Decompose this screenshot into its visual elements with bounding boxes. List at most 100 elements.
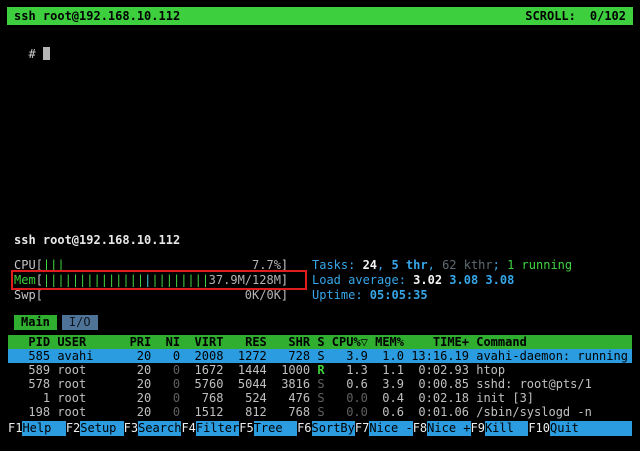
col-header-pid[interactable]: PID	[14, 335, 50, 349]
fkey-f6[interactable]: F6SortBy	[297, 421, 355, 436]
mem-meter: Mem[|||||||||||||||||||||||37.9M/128M]	[8, 273, 300, 288]
fkey-label: Tree	[254, 421, 297, 436]
uptime-line: Uptime: 05:05:35	[312, 288, 428, 303]
col-header-virt[interactable]: VIRT	[187, 335, 223, 349]
fkey-label: Quit	[550, 421, 593, 436]
process-row[interactable]: 589root200167214441000R1.31.10:02.93htop	[8, 363, 632, 377]
cell-time: 13:16.19	[411, 349, 469, 363]
scroll-indicator: SCROLL: 0/102	[525, 9, 626, 23]
load-15min: 3.08	[485, 273, 514, 287]
tab-main[interactable]: Main	[14, 315, 57, 330]
top-pane-titlebar: ssh root@192.168.10.112 SCROLL: 0/102	[7, 7, 633, 25]
cell-pid: 589	[14, 363, 50, 377]
fkey-f9[interactable]: F9Kill	[471, 421, 529, 436]
process-table-header: PID USER PRI NI VIRT RES SHR S CPU%▽ MEM% TIME+ Com…	[8, 335, 632, 349]
fkey-label: Setup	[80, 421, 123, 436]
col-header-res[interactable]: RES	[231, 335, 267, 349]
process-row[interactable]: 578root200576050443816S0.63.90:00.85sshd…	[8, 377, 632, 391]
cell-user: root	[57, 391, 122, 405]
process-row[interactable]: 198root2001512812768S0.00.60:01.06/sbin/…	[8, 405, 632, 419]
col-header-command[interactable]: Command	[476, 335, 632, 349]
cell-mem: 0.6	[375, 405, 404, 419]
cell-res: 5044	[231, 377, 267, 391]
cell-s: S	[317, 377, 324, 391]
load-1min: 3.02	[413, 273, 449, 287]
cell-command: htop	[476, 363, 632, 377]
cell-res: 812	[231, 405, 267, 419]
bracket-open: [	[36, 258, 43, 272]
col-header-ni[interactable]: NI	[158, 335, 180, 349]
col-header-time[interactable]: TIME+	[411, 335, 469, 349]
fkey-number: F10	[528, 421, 550, 436]
process-table: PID USER PRI NI VIRT RES SHR S CPU%▽ MEM% TIME+ Com…	[8, 335, 632, 419]
process-row[interactable]: 585avahi20020081272728S3.91.013:16.19ava…	[8, 349, 632, 363]
cell-virt: 2008	[187, 349, 223, 363]
cell-command: avahi-daemon: running	[476, 349, 632, 363]
fkey-f1[interactable]: F1Help	[8, 421, 66, 436]
cell-pri: 20	[130, 405, 152, 419]
cell-user: root	[57, 363, 122, 377]
tasks-threads: 5 thr	[391, 258, 427, 272]
tasks-label: Tasks:	[312, 258, 363, 272]
cell-pri: 20	[130, 377, 152, 391]
top-terminal[interactable]: #	[14, 32, 50, 47]
fkey-f2[interactable]: F2Setup	[66, 421, 124, 436]
fkey-number: F2	[66, 421, 80, 436]
col-header-user[interactable]: USER	[57, 335, 122, 349]
cell-ni: 0	[158, 349, 180, 363]
fkey-bar-filler	[593, 421, 632, 436]
load-5min: 3.08	[449, 273, 485, 287]
cell-user: root	[57, 405, 122, 419]
shell-prompt: #	[28, 47, 35, 61]
fkey-label: Nice -	[369, 421, 412, 436]
mem-meter-label: Mem	[14, 273, 36, 287]
cell-virt: 768	[187, 391, 223, 405]
htop-meters: CPU[|||7.7%] Tasks: 24, 5 thr, 62 kthr; …	[8, 258, 632, 303]
fkey-f3[interactable]: F3Search	[124, 421, 182, 436]
htop-screen-tabs: Main I/O	[14, 315, 98, 330]
fkey-label: Search	[138, 421, 181, 436]
cell-cpu: 1.3	[332, 363, 368, 377]
cell-pri: 20	[130, 349, 152, 363]
col-header-shr[interactable]: SHR	[274, 335, 310, 349]
process-row[interactable]: 1root200768524476S0.00.40:02.18init [3]	[8, 391, 632, 405]
cell-shr: 1000	[274, 363, 310, 377]
cell-shr: 3816	[274, 377, 310, 391]
fkey-f10[interactable]: F10Quit	[528, 421, 593, 436]
fkey-f7[interactable]: F7Nice -	[355, 421, 413, 436]
cell-cpu: 3.9	[332, 349, 368, 363]
cell-shr: 768	[274, 405, 310, 419]
tasks-count: 24	[363, 258, 377, 272]
fkey-f8[interactable]: F8Nice +	[413, 421, 471, 436]
fkey-f5[interactable]: F5Tree	[239, 421, 297, 436]
cell-mem: 0.4	[375, 391, 404, 405]
cell-pri: 20	[130, 391, 152, 405]
load-average-line: Load average: 3.02 3.08 3.08	[312, 273, 514, 288]
fkey-label: Help	[22, 421, 65, 436]
cell-res: 1444	[231, 363, 267, 377]
tasks-sep: ,	[428, 258, 442, 272]
col-header-cpu[interactable]: CPU%▽	[332, 335, 368, 349]
cell-command: sshd: root@pts/1	[476, 377, 632, 391]
fkey-f4[interactable]: F4Filter	[181, 421, 239, 436]
tasks-running: 1 running	[507, 258, 572, 272]
cell-cpu: 0.0	[332, 405, 368, 419]
cpu-meter-label: CPU	[14, 258, 36, 272]
col-header-mem[interactable]: MEM%	[375, 335, 404, 349]
cell-s: S	[317, 391, 324, 405]
col-header-pri[interactable]: PRI	[130, 335, 152, 349]
cell-command: /sbin/syslogd -n	[476, 405, 632, 419]
mem-bars-cache: ||||||||	[151, 273, 208, 287]
col-header-s[interactable]: S	[317, 335, 324, 349]
swap-meter: Swp[0K/0K]	[8, 288, 300, 303]
top-pane-title: ssh root@192.168.10.112	[14, 9, 180, 23]
cell-pid: 198	[14, 405, 50, 419]
cell-time: 0:02.18	[411, 391, 469, 405]
cell-s: S	[317, 405, 324, 419]
uptime-label: Uptime:	[312, 288, 370, 302]
cell-cpu: 0.0	[332, 391, 368, 405]
tab-io[interactable]: I/O	[62, 315, 98, 330]
fkey-number: F1	[8, 421, 22, 436]
fkey-number: F4	[181, 421, 195, 436]
cell-pid: 1	[14, 391, 50, 405]
